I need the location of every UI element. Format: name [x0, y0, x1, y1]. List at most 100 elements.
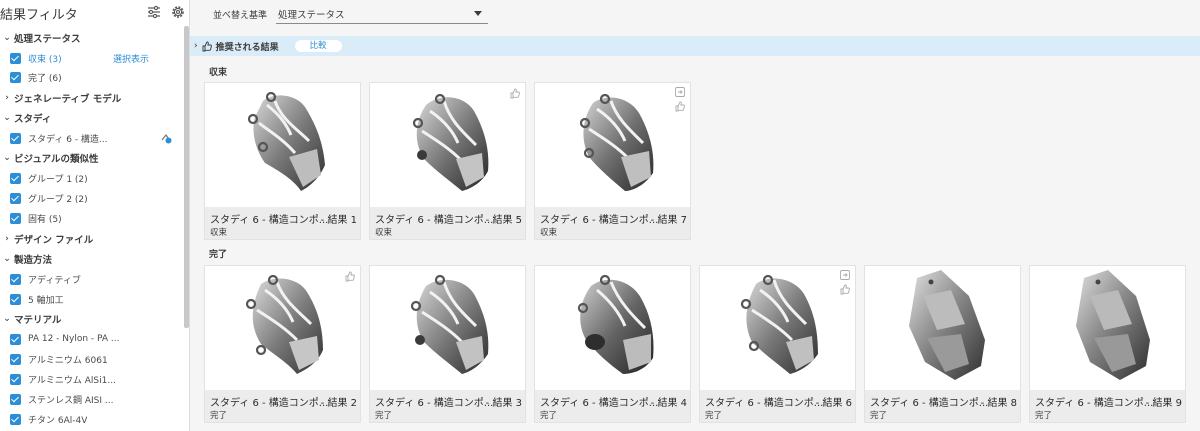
- study-status-icon: [161, 133, 172, 144]
- checkbox[interactable]: [10, 333, 21, 345]
- design-thumbnail: [909, 270, 985, 380]
- section-generative-model[interactable]: › ジェネレーティブ モデル: [0, 89, 121, 107]
- filter-item-material[interactable]: ステンレス鋼 AISI ...: [0, 390, 185, 408]
- filter-item-unique[interactable]: 固有 (5): [0, 209, 185, 227]
- result-card[interactable]: スタディ 6 - 構造コンポ... - 結果 2 完了: [204, 265, 361, 423]
- checkbox[interactable]: [10, 212, 21, 224]
- checkbox[interactable]: [10, 71, 21, 83]
- result-card[interactable]: スタディ 6 - 構造コンポ... - 結果 5 収束: [369, 82, 526, 240]
- card-title: スタディ 6 - 構造コンポ...: [705, 398, 823, 409]
- card-footer: スタディ 6 - 構造コンポ... - 結果 8 完了: [865, 390, 1020, 422]
- result-card[interactable]: スタディ 6 - 構造コンポ... - 結果 1 収束: [204, 82, 361, 240]
- card-status: 完了: [705, 411, 723, 421]
- card-status: 完了: [1035, 411, 1053, 421]
- compare-button[interactable]: 比較: [294, 40, 342, 52]
- section-status[interactable]: ⌄ 処理ステータス: [0, 29, 80, 47]
- chevron-down-icon: ⌄: [3, 153, 11, 163]
- section-manufacturing[interactable]: ⌄ 製造方法: [0, 250, 52, 268]
- card-result-number: - 結果 6: [815, 398, 852, 409]
- card-result-number: - 結果 9: [1145, 398, 1182, 409]
- card-result-number: - 結果 4: [650, 398, 687, 409]
- card-title: スタディ 6 - 構造コンポ...: [1035, 398, 1153, 409]
- checkbox[interactable]: [10, 353, 21, 365]
- chevron-down-icon: ⌄: [3, 314, 11, 324]
- filter-item-material[interactable]: PA 12 - Nylon - PA ...: [0, 330, 185, 348]
- card-footer: スタディ 6 - 構造コンポ... - 結果 5 収束: [370, 207, 525, 239]
- result-card[interactable]: スタディ 6 - 構造コンポ... - 結果 9 完了: [1029, 265, 1186, 423]
- card-footer: スタディ 6 - 構造コンポ... - 結果 7 収束: [535, 207, 690, 239]
- checkbox[interactable]: [10, 52, 21, 64]
- card-title: スタディ 6 - 構造コンポ...: [375, 215, 493, 226]
- filter-item-material[interactable]: アルミニウム AlSi1...: [0, 370, 185, 388]
- filter-item-material[interactable]: アルミニウム 6061: [0, 350, 185, 368]
- filter-item-study[interactable]: スタディ 6 - 構造...: [0, 129, 185, 147]
- checkbox[interactable]: [10, 373, 21, 385]
- result-card[interactable]: スタディ 6 - 構造コンポ... - 結果 4 完了: [534, 265, 691, 423]
- recommended-results-bar[interactable]: › 推奨される結果 比較: [190, 36, 1200, 56]
- sort-dropdown[interactable]: 処理ステータス: [276, 2, 488, 24]
- results-filter-panel: 結果フィルタ ⌄ 処理ステータス 収束 (3) 選択表示 完了 (6) › ジェネレー…: [0, 0, 190, 431]
- checkbox[interactable]: [10, 413, 21, 425]
- chevron-right-icon: ›: [5, 93, 9, 103]
- filter-header: 結果フィルタ: [0, 0, 189, 26]
- card-result-number: - 結果 8: [980, 398, 1017, 409]
- group-label-completed: 完了: [209, 250, 228, 260]
- checkbox[interactable]: [10, 192, 21, 204]
- checkbox[interactable]: [10, 273, 21, 285]
- filter-title: 結果フィルタ: [0, 8, 78, 23]
- chevron-down-icon: ⌄: [3, 113, 11, 123]
- chevron-right-icon[interactable]: ›: [194, 41, 198, 51]
- card-status: 収束: [210, 228, 228, 238]
- filter-item-completed[interactable]: 完了 (6): [0, 68, 185, 86]
- design-thumbnail: [740, 274, 818, 374]
- checkbox[interactable]: [10, 172, 21, 184]
- design-thumbnail: [412, 93, 489, 191]
- design-thumbnail: [245, 274, 323, 374]
- gear-icon[interactable]: [170, 4, 186, 20]
- card-footer: スタディ 6 - 構造コンポ... - 結果 1 収束: [205, 207, 360, 239]
- thumbs-up-icon: [202, 41, 212, 52]
- section-design-file[interactable]: › デザイン ファイル: [0, 230, 93, 248]
- result-card[interactable]: スタディ 6 - 構造コンポ... - 結果 6 完了: [699, 265, 856, 423]
- filter-item-material[interactable]: チタン 6Al-4V: [0, 410, 185, 428]
- filter-item-additive[interactable]: アディティブ: [0, 270, 185, 288]
- checkbox[interactable]: [10, 293, 21, 305]
- chevron-right-icon: ›: [5, 234, 9, 244]
- filter-item-5-axis[interactable]: 5 軸加工: [0, 290, 185, 308]
- select-display-button[interactable]: 選択表示: [113, 52, 149, 65]
- card-footer: スタディ 6 - 構造コンポ... - 結果 6 完了: [700, 390, 855, 422]
- group-label-converged: 収束: [209, 68, 228, 78]
- card-title: スタディ 6 - 構造コンポ...: [540, 398, 658, 409]
- chevron-down-icon: ⌄: [3, 33, 11, 43]
- card-result-number: - 結果 2: [320, 398, 357, 409]
- checkbox[interactable]: [10, 393, 21, 405]
- result-card[interactable]: スタディ 6 - 構造コンポ... - 結果 7 収束: [534, 82, 691, 240]
- filter-item-group-1[interactable]: グループ 1 (2): [0, 169, 185, 187]
- design-thumbnail: [577, 274, 654, 374]
- section-material[interactable]: ⌄ マテリアル: [0, 310, 61, 328]
- result-card[interactable]: スタディ 6 - 構造コンポ... - 結果 3 完了: [369, 265, 526, 423]
- card-title: スタディ 6 - 構造コンポ...: [375, 398, 493, 409]
- section-visual-similarity[interactable]: ⌄ ビジュアルの類似性: [0, 149, 98, 167]
- filter-item-converged[interactable]: 収束 (3) 選択表示: [0, 49, 185, 67]
- filter-item-group-2[interactable]: グループ 2 (2): [0, 189, 185, 207]
- result-card[interactable]: スタディ 6 - 構造コンポ... - 結果 8 完了: [864, 265, 1021, 423]
- card-result-number: - 結果 3: [485, 398, 522, 409]
- card-status: 完了: [210, 411, 228, 421]
- card-result-number: - 結果 1: [320, 215, 357, 226]
- card-status: 収束: [375, 228, 393, 238]
- card-result-number: - 結果 5: [485, 215, 522, 226]
- checkbox[interactable]: [10, 132, 21, 144]
- card-status: 収束: [540, 228, 558, 238]
- sort-label: 並べ替え基準: [213, 11, 268, 21]
- card-result-number: - 結果 7: [650, 215, 687, 226]
- card-title: スタディ 6 - 構造コンポ...: [870, 398, 988, 409]
- design-thumbnail: [410, 274, 489, 374]
- card-footer: スタディ 6 - 構造コンポ... - 結果 9 完了: [1030, 390, 1185, 422]
- card-status: 完了: [870, 411, 888, 421]
- card-footer: スタディ 6 - 構造コンポ... - 結果 2 完了: [205, 390, 360, 422]
- section-study[interactable]: ⌄ スタディ: [0, 109, 51, 127]
- recommended-label: 推奨される結果: [215, 42, 279, 53]
- card-status: 完了: [540, 411, 558, 421]
- filter-sliders-icon[interactable]: [146, 4, 162, 20]
